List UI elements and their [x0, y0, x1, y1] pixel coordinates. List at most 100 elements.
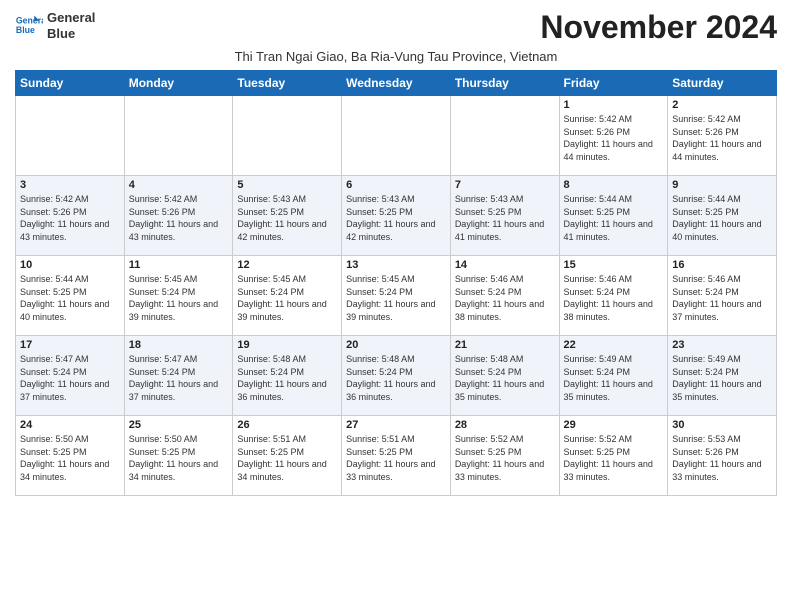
logo-line1: General	[47, 10, 95, 26]
day-number: 5	[237, 179, 337, 191]
day-info: Sunrise: 5:42 AM Sunset: 5:26 PM Dayligh…	[672, 113, 772, 163]
weekday-header: Tuesday	[233, 71, 342, 96]
day-number: 23	[672, 339, 772, 351]
calendar-cell: 13 Sunrise: 5:45 AM Sunset: 5:24 PM Dayli…	[342, 256, 451, 336]
calendar-cell	[16, 96, 125, 176]
day-number: 14	[455, 259, 555, 271]
calendar-cell: 20 Sunrise: 5:48 AM Sunset: 5:24 PM Dayli…	[342, 336, 451, 416]
day-info: Sunrise: 5:47 AM Sunset: 5:24 PM Dayligh…	[20, 353, 120, 403]
calendar-cell: 10 Sunrise: 5:44 AM Sunset: 5:25 PM Dayli…	[16, 256, 125, 336]
calendar-week-row: 3 Sunrise: 5:42 AM Sunset: 5:26 PM Daylig…	[16, 176, 777, 256]
calendar-cell: 3 Sunrise: 5:42 AM Sunset: 5:26 PM Daylig…	[16, 176, 125, 256]
day-number: 4	[129, 179, 229, 191]
weekday-header: Friday	[559, 71, 668, 96]
day-info: Sunrise: 5:45 AM Sunset: 5:24 PM Dayligh…	[346, 273, 446, 323]
day-info: Sunrise: 5:42 AM Sunset: 5:26 PM Dayligh…	[20, 193, 120, 243]
day-info: Sunrise: 5:51 AM Sunset: 5:25 PM Dayligh…	[346, 433, 446, 483]
page-header: General Blue General Blue November 2024	[15, 10, 777, 45]
day-info: Sunrise: 5:44 AM Sunset: 5:25 PM Dayligh…	[672, 193, 772, 243]
calendar-week-row: 1Sunrise: 5:42 AM Sunset: 5:26 PM Daylig…	[16, 96, 777, 176]
day-info: Sunrise: 5:43 AM Sunset: 5:25 PM Dayligh…	[346, 193, 446, 243]
day-info: Sunrise: 5:45 AM Sunset: 5:24 PM Dayligh…	[129, 273, 229, 323]
calendar-week-row: 17 Sunrise: 5:47 AM Sunset: 5:24 PM Dayli…	[16, 336, 777, 416]
day-number: 21	[455, 339, 555, 351]
calendar-cell: 1Sunrise: 5:42 AM Sunset: 5:26 PM Daylig…	[559, 96, 668, 176]
day-number: 15	[564, 259, 664, 271]
day-number: 16	[672, 259, 772, 271]
day-number: 7	[455, 179, 555, 191]
day-number: 24	[20, 419, 120, 431]
day-info: Sunrise: 5:44 AM Sunset: 5:25 PM Dayligh…	[564, 193, 664, 243]
calendar-cell: 2Sunrise: 5:42 AM Sunset: 5:26 PM Daylig…	[668, 96, 777, 176]
calendar-cell: 4 Sunrise: 5:42 AM Sunset: 5:26 PM Daylig…	[124, 176, 233, 256]
day-number: 18	[129, 339, 229, 351]
calendar-cell: 22Sunrise: 5:49 AM Sunset: 5:24 PM Dayli…	[559, 336, 668, 416]
calendar-cell: 19 Sunrise: 5:48 AM Sunset: 5:24 PM Dayli…	[233, 336, 342, 416]
day-number: 3	[20, 179, 120, 191]
calendar-cell: 18 Sunrise: 5:47 AM Sunset: 5:24 PM Dayli…	[124, 336, 233, 416]
day-number: 19	[237, 339, 337, 351]
day-number: 9	[672, 179, 772, 191]
day-info: Sunrise: 5:48 AM Sunset: 5:24 PM Dayligh…	[346, 353, 446, 403]
day-info: Sunrise: 5:45 AM Sunset: 5:24 PM Dayligh…	[237, 273, 337, 323]
calendar-week-row: 10 Sunrise: 5:44 AM Sunset: 5:25 PM Dayli…	[16, 256, 777, 336]
day-number: 6	[346, 179, 446, 191]
logo: General Blue General Blue	[15, 10, 95, 41]
day-number: 17	[20, 339, 120, 351]
calendar-cell: 8 Sunrise: 5:44 AM Sunset: 5:25 PM Daylig…	[559, 176, 668, 256]
day-number: 20	[346, 339, 446, 351]
day-info: Sunrise: 5:43 AM Sunset: 5:25 PM Dayligh…	[455, 193, 555, 243]
title-area: November 2024	[540, 10, 777, 45]
day-number: 27	[346, 419, 446, 431]
calendar-header: SundayMondayTuesdayWednesdayThursdayFrid…	[16, 71, 777, 96]
calendar-cell: 30 Sunrise: 5:53 AM Sunset: 5:26 PM Dayli…	[668, 416, 777, 496]
day-number: 26	[237, 419, 337, 431]
header-row: SundayMondayTuesdayWednesdayThursdayFrid…	[16, 71, 777, 96]
calendar-body: 1Sunrise: 5:42 AM Sunset: 5:26 PM Daylig…	[16, 96, 777, 496]
logo-text: General Blue	[47, 10, 95, 41]
logo-icon: General Blue	[15, 12, 43, 40]
calendar-cell: 16 Sunrise: 5:46 AM Sunset: 5:24 PM Dayli…	[668, 256, 777, 336]
day-info: Sunrise: 5:53 AM Sunset: 5:26 PM Dayligh…	[672, 433, 772, 483]
weekday-header: Saturday	[668, 71, 777, 96]
calendar-cell: 15Sunrise: 5:46 AM Sunset: 5:24 PM Dayli…	[559, 256, 668, 336]
svg-text:Blue: Blue	[16, 25, 35, 35]
calendar-cell: 5 Sunrise: 5:43 AM Sunset: 5:25 PM Daylig…	[233, 176, 342, 256]
calendar-cell: 25Sunrise: 5:50 AM Sunset: 5:25 PM Dayli…	[124, 416, 233, 496]
day-number: 28	[455, 419, 555, 431]
day-number: 10	[20, 259, 120, 271]
day-info: Sunrise: 5:46 AM Sunset: 5:24 PM Dayligh…	[672, 273, 772, 323]
day-info: Sunrise: 5:48 AM Sunset: 5:24 PM Dayligh…	[237, 353, 337, 403]
calendar-cell: 21 Sunrise: 5:48 AM Sunset: 5:24 PM Dayli…	[450, 336, 559, 416]
day-number: 13	[346, 259, 446, 271]
month-title: November 2024	[540, 10, 777, 45]
day-info: Sunrise: 5:49 AM Sunset: 5:24 PM Dayligh…	[672, 353, 772, 403]
day-info: Sunrise: 5:43 AM Sunset: 5:25 PM Dayligh…	[237, 193, 337, 243]
day-info: Sunrise: 5:48 AM Sunset: 5:24 PM Dayligh…	[455, 353, 555, 403]
calendar-cell	[342, 96, 451, 176]
day-number: 8	[564, 179, 664, 191]
calendar-cell: 12 Sunrise: 5:45 AM Sunset: 5:24 PM Dayli…	[233, 256, 342, 336]
day-info: Sunrise: 5:42 AM Sunset: 5:26 PM Dayligh…	[129, 193, 229, 243]
calendar-cell: 14Sunrise: 5:46 AM Sunset: 5:24 PM Dayli…	[450, 256, 559, 336]
day-number: 25	[129, 419, 229, 431]
calendar-cell: 11 Sunrise: 5:45 AM Sunset: 5:24 PM Dayli…	[124, 256, 233, 336]
day-number: 30	[672, 419, 772, 431]
calendar-cell	[450, 96, 559, 176]
day-info: Sunrise: 5:44 AM Sunset: 5:25 PM Dayligh…	[20, 273, 120, 323]
subtitle: Thi Tran Ngai Giao, Ba Ria-Vung Tau Prov…	[15, 49, 777, 64]
calendar-cell: 27 Sunrise: 5:51 AM Sunset: 5:25 PM Dayli…	[342, 416, 451, 496]
calendar-cell: 23 Sunrise: 5:49 AM Sunset: 5:24 PM Dayli…	[668, 336, 777, 416]
calendar-cell: 7 Sunrise: 5:43 AM Sunset: 5:25 PM Daylig…	[450, 176, 559, 256]
weekday-header: Monday	[124, 71, 233, 96]
day-number: 12	[237, 259, 337, 271]
day-number: 11	[129, 259, 229, 271]
calendar-cell	[233, 96, 342, 176]
weekday-header: Wednesday	[342, 71, 451, 96]
day-info: Sunrise: 5:51 AM Sunset: 5:25 PM Dayligh…	[237, 433, 337, 483]
day-info: Sunrise: 5:49 AM Sunset: 5:24 PM Dayligh…	[564, 353, 664, 403]
day-info: Sunrise: 5:47 AM Sunset: 5:24 PM Dayligh…	[129, 353, 229, 403]
calendar-table: SundayMondayTuesdayWednesdayThursdayFrid…	[15, 70, 777, 496]
day-info: Sunrise: 5:52 AM Sunset: 5:25 PM Dayligh…	[564, 433, 664, 483]
calendar-cell: 26 Sunrise: 5:51 AM Sunset: 5:25 PM Dayli…	[233, 416, 342, 496]
